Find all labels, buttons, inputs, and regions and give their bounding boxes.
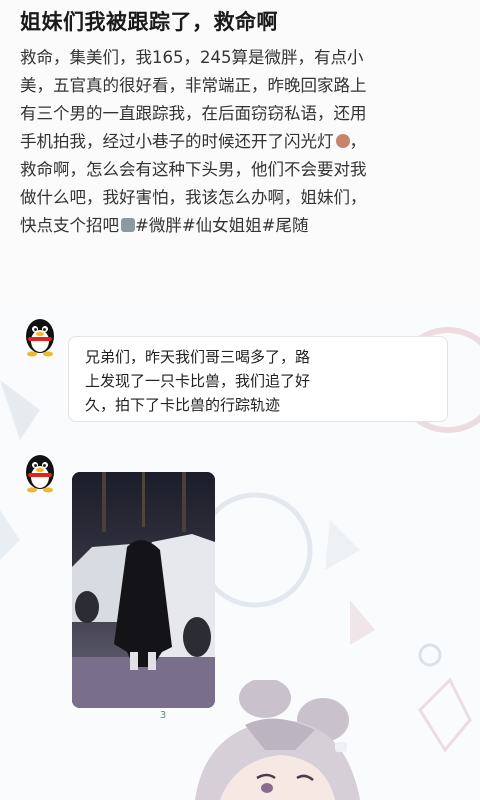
- post-tags[interactable]: #微胖#仙女姐姐#尾随: [135, 216, 308, 235]
- message-line: 兄弟们，昨天我们哥三喝多了，路: [85, 348, 311, 366]
- post-line: 美，五官真的很好看，非常端正，昨晚回家路上: [20, 76, 367, 95]
- post-line: 做什么吧，我好害怕，我该怎么办啊，姐妹们，: [20, 188, 367, 207]
- photo-caption: 3: [159, 710, 167, 721]
- phone-emoji: [121, 218, 135, 232]
- message-line: 上发现了一只卡比兽，我们追了好: [85, 372, 311, 390]
- night-street-photo: [72, 472, 215, 708]
- qq-penguin-icon[interactable]: [20, 450, 60, 494]
- post-line-text: 手机拍我，经过小巷子的时候还开了闪光灯: [20, 132, 334, 151]
- comma: ，: [349, 132, 367, 151]
- post-line-4: 手机拍我，经过小巷子的时候还开了闪光灯 ，: [20, 128, 465, 156]
- angry-face-emoji: [335, 134, 350, 148]
- post-line-7: 快点支个招吧 #微胖#仙女姐姐#尾随: [20, 212, 465, 240]
- message-bubble: 兄弟们，昨天我们哥三喝多了，路 上发现了一只卡比兽，我们追了好 久，拍下了卡比兽…: [68, 336, 448, 422]
- message-line: 久，拍下了卡比兽的行踪轨迹: [85, 396, 281, 414]
- post-line: 有三个男的一直跟踪我，在后面窃窃私语，还用: [20, 104, 367, 123]
- chat-area: 兄弟们，昨天我们哥三喝多了，路 上发现了一只卡比兽，我们追了好 久，拍下了卡比兽…: [0, 300, 480, 800]
- post-body: 救命，集美们，我165，245算是微胖，有点小 美，五官真的很好看，非常端正，昨…: [20, 44, 465, 240]
- post-title: 姐妹们我被跟踪了，救命啊: [20, 10, 278, 34]
- photo-message[interactable]: [72, 472, 215, 708]
- post-line: 救命，集美们，我165，245算是微胖，有点小: [20, 48, 364, 67]
- post-section: 姐妹们我被跟踪了，救命啊 救命，集美们，我165，245算是微胖，有点小 美，五…: [0, 0, 480, 300]
- post-line: 救命啊，怎么会有这种下头男，他们不会要对我: [20, 160, 367, 179]
- qq-penguin-icon[interactable]: [20, 314, 60, 358]
- post-line-text: 快点支个招吧: [20, 216, 119, 235]
